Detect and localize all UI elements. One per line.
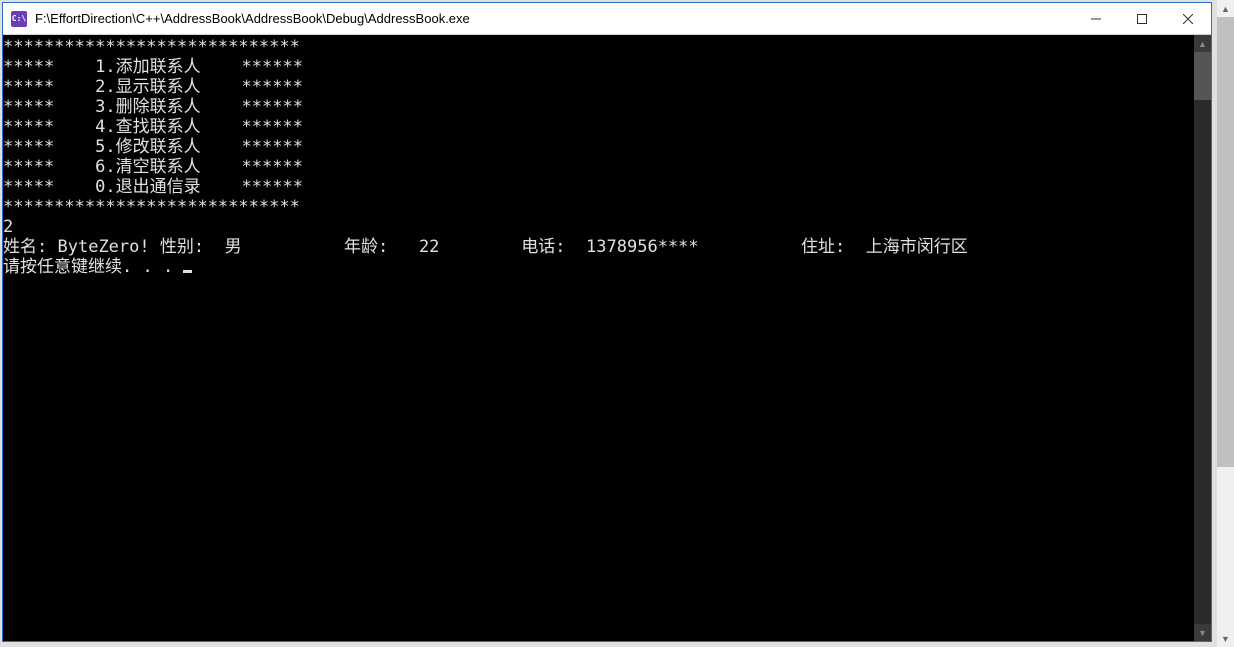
- app-icon: C:\: [11, 11, 27, 27]
- record-phone-value: 1378956****: [586, 237, 699, 257]
- minimize-button[interactable]: [1073, 3, 1119, 34]
- menu-item-0: ***** 0.退出通信录 ******: [3, 177, 303, 197]
- maximize-button[interactable]: [1119, 3, 1165, 34]
- outer-scroll-down-button[interactable]: ▼: [1217, 630, 1234, 647]
- menu-border-top: *****************************: [3, 37, 300, 57]
- window-controls: [1073, 3, 1211, 34]
- menu-item-6: ***** 6.清空联系人 ******: [3, 157, 303, 177]
- outer-scrollbar[interactable]: ▲ ▼: [1217, 0, 1234, 647]
- user-input: 2: [3, 217, 13, 237]
- scroll-up-button[interactable]: ▲: [1194, 35, 1211, 52]
- console-scrollbar[interactable]: ▲ ▼: [1194, 35, 1211, 641]
- titlebar[interactable]: C:\ F:\EffortDirection\C++\AddressBook\A…: [3, 3, 1211, 35]
- record-name-label: 姓名:: [3, 237, 47, 257]
- console-window: C:\ F:\EffortDirection\C++\AddressBook\A…: [2, 2, 1212, 642]
- console-output[interactable]: ***************************** ***** 1.添加…: [3, 35, 1194, 641]
- menu-item-3: ***** 3.删除联系人 ******: [3, 97, 303, 117]
- menu-border-bottom: *****************************: [3, 197, 300, 217]
- menu-item-4: ***** 4.查找联系人 ******: [3, 117, 303, 137]
- console-client-area: ***************************** ***** 1.添加…: [3, 35, 1211, 641]
- record-age-label: 年龄:: [344, 237, 388, 257]
- cursor-icon: [183, 270, 192, 273]
- record-age-value: 22: [419, 237, 439, 257]
- outer-scroll-thumb[interactable]: [1217, 17, 1234, 467]
- menu-item-5: ***** 5.修改联系人 ******: [3, 137, 303, 157]
- window-title: F:\EffortDirection\C++\AddressBook\Addre…: [35, 11, 1073, 26]
- record-addr-value: 上海市闵行区: [866, 237, 968, 257]
- continue-prompt: 请按任意键继续. . .: [3, 257, 183, 277]
- menu-item-2: ***** 2.显示联系人 ******: [3, 77, 303, 97]
- record-gender-label: 性别:: [160, 237, 204, 257]
- record-gender-value: 男: [225, 237, 242, 257]
- record-phone-label: 电话:: [521, 237, 565, 257]
- record-name-value: ByteZero!: [58, 237, 150, 257]
- menu-item-1: ***** 1.添加联系人 ******: [3, 57, 303, 77]
- outer-scroll-up-button[interactable]: ▲: [1217, 0, 1234, 17]
- close-button[interactable]: [1165, 3, 1211, 34]
- scroll-down-button[interactable]: ▼: [1194, 624, 1211, 641]
- scroll-thumb[interactable]: [1194, 52, 1211, 100]
- record-addr-label: 住址:: [801, 237, 845, 257]
